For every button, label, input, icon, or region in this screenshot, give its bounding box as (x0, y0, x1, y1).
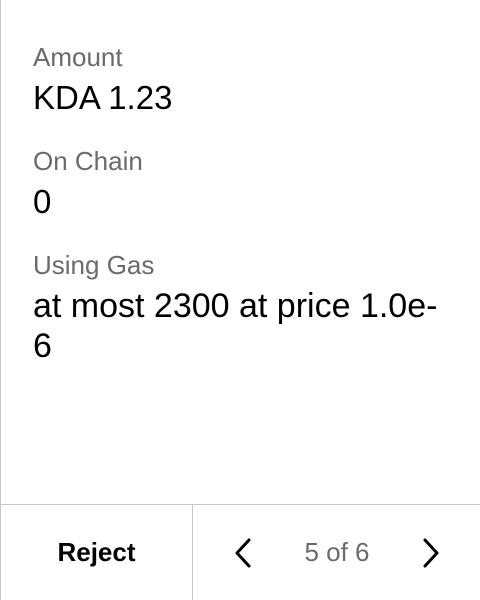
chevron-right-icon[interactable] (419, 536, 443, 570)
gas-label: Using Gas (33, 250, 155, 280)
chevron-left-icon[interactable] (231, 536, 255, 570)
chain-value: 0 (33, 183, 52, 220)
action-footer: Reject 5 of 6 (1, 504, 480, 600)
reject-button[interactable]: Reject (1, 505, 193, 600)
page-counter: 5 of 6 (304, 537, 370, 567)
chain-label: On Chain (33, 146, 143, 176)
amount-label: Amount (33, 42, 123, 72)
chain-field: On Chain 0 (33, 144, 143, 222)
review-screen: Amount KDA 1.23 On Chain 0 Using Gas at … (0, 0, 480, 600)
gas-value: at most 2300 at price 1.0e-6 (33, 287, 438, 365)
amount-value: KDA 1.23 (33, 79, 173, 116)
amount-field: Amount KDA 1.23 (33, 40, 172, 118)
page-navigator: 5 of 6 (193, 505, 480, 600)
gas-field: Using Gas at most 2300 at price 1.0e-6 (33, 248, 453, 366)
